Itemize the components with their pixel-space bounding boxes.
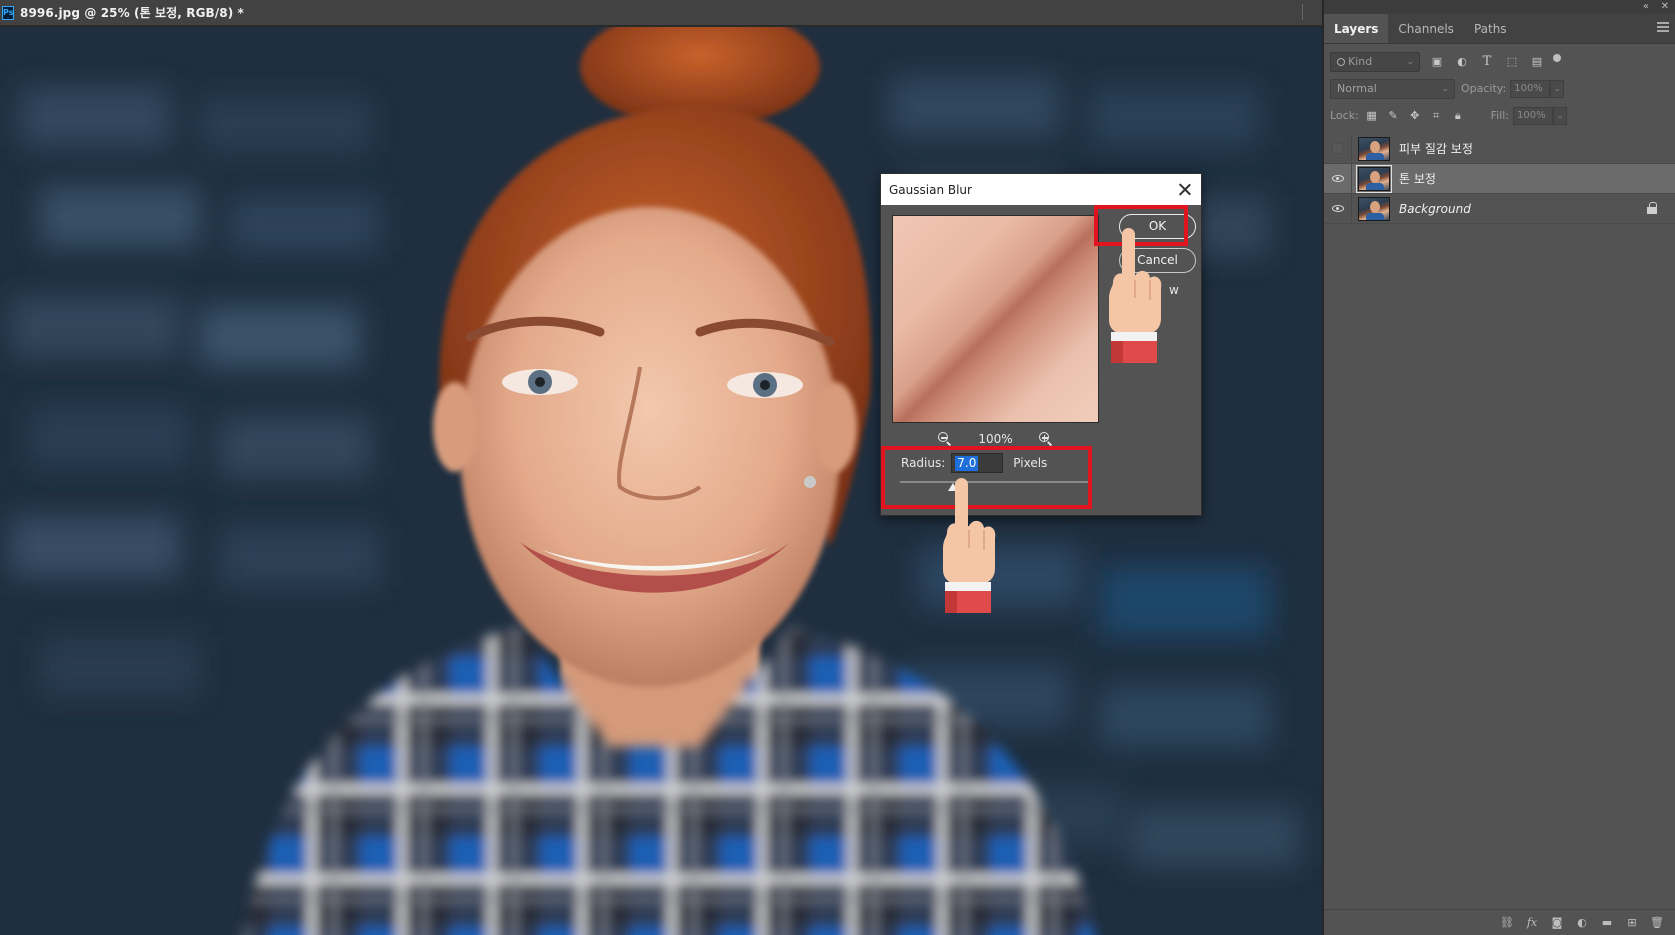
dialog-titlebar[interactable]: Gaussian Blur [881, 174, 1201, 205]
lock-all-icon[interactable]: 🔒︎ [1451, 109, 1465, 123]
layer-name[interactable]: 톤 보정 [1399, 170, 1436, 187]
chevron-down-icon: ⌄ [1441, 83, 1449, 94]
layer-thumbnail [1358, 196, 1390, 221]
layers-panel: « ✕ Layers Channels Paths Kind ⌄ ▣ ◐ T ⬚… [1322, 0, 1675, 935]
visibility-toggle[interactable] [1324, 193, 1352, 224]
link-icon[interactable]: ⛓ [1499, 915, 1515, 931]
filter-smart-object-icon[interactable]: ▤ [1529, 54, 1545, 70]
search-icon [1337, 57, 1345, 66]
lock-row: Lock: ▦ ✎ ✥ ⌗ 🔒︎ Fill: 100% ⌄ [1324, 101, 1675, 130]
panel-menu-icon[interactable] [1657, 22, 1669, 32]
folder-icon[interactable]: ▬ [1599, 915, 1615, 931]
visibility-toggle[interactable] [1324, 133, 1352, 164]
preview-checkbox-label[interactable]: w [1169, 283, 1179, 297]
layer-thumbnail [1358, 136, 1390, 161]
document-tab-title[interactable]: 8996.jpg @ 25% (톤 보정, RGB/8) * [20, 4, 244, 21]
new-layer-icon[interactable]: ⊞ [1624, 915, 1640, 931]
opacity-field[interactable]: 100% [1510, 79, 1551, 98]
filter-pixel-icon[interactable]: ▣ [1429, 54, 1445, 70]
pointing-hand-icon [1109, 228, 1162, 363]
layers-panel-footer: ⛓ fx ◙ ◐ ▬ ⊞ 🗑︎ [1324, 909, 1675, 935]
lock-icon [1647, 202, 1657, 214]
layer-filter-row: Kind ⌄ ▣ ◐ T ⬚ ▤ [1324, 47, 1675, 76]
fill-dropdown[interactable]: ⌄ [1553, 106, 1568, 125]
eye-icon [1331, 175, 1344, 182]
eye-icon [1331, 205, 1344, 212]
tab-paths[interactable]: Paths [1464, 14, 1517, 43]
panel-top-strip: « ✕ [1324, 0, 1675, 14]
lock-position-icon[interactable]: ✥ [1408, 109, 1422, 123]
pointing-hand-icon [943, 478, 996, 613]
mask-icon[interactable]: ◙ [1549, 915, 1565, 931]
trash-icon[interactable]: 🗑︎ [1649, 915, 1665, 931]
opacity-dropdown[interactable]: ⌄ [1550, 79, 1565, 98]
photoshop-logo-icon: Ps [2, 5, 14, 20]
fill-label: Fill: [1490, 109, 1510, 122]
blur-preview[interactable] [892, 215, 1099, 423]
tab-channels[interactable]: Channels [1388, 14, 1464, 43]
layer-row[interactable]: Background [1324, 193, 1675, 224]
adjustment-icon[interactable]: ◐ [1574, 915, 1590, 931]
fill-field[interactable]: 100% [1513, 106, 1554, 125]
lock-transparency-icon[interactable]: ▦ [1365, 109, 1379, 123]
visibility-toggle[interactable] [1324, 163, 1352, 194]
blend-mode-select[interactable]: Normal ⌄ [1330, 78, 1455, 99]
filter-adjustment-icon[interactable]: ◐ [1454, 54, 1470, 70]
filter-type-icon[interactable]: T [1479, 54, 1495, 70]
fill-group: Fill: 100% ⌄ [1485, 106, 1568, 125]
lock-label: Lock: [1330, 109, 1359, 122]
close-icon[interactable] [1177, 181, 1193, 197]
layer-name[interactable]: 피부 질감 보정 [1399, 140, 1473, 157]
blend-row: Normal ⌄ Opacity: 100% ⌄ [1324, 74, 1675, 103]
layer-list: 피부 질감 보정 톤 보정 Background [1324, 133, 1675, 224]
filter-toggle-icon[interactable] [1553, 53, 1561, 62]
hidden-eye-icon [1332, 143, 1343, 154]
lock-artboard-icon[interactable]: ⌗ [1429, 109, 1443, 123]
tab-layers[interactable]: Layers [1324, 14, 1389, 43]
zoom-level: 100% [978, 432, 1013, 446]
dialog-title: Gaussian Blur [889, 182, 972, 197]
zoom-in-icon[interactable] [1038, 432, 1053, 446]
zoom-out-icon[interactable] [938, 432, 952, 446]
filter-kind-select[interactable]: Kind ⌄ [1330, 51, 1420, 72]
layer-name[interactable]: Background [1399, 202, 1471, 216]
close-panel-icon[interactable]: ✕ [1661, 0, 1669, 14]
filter-kind-label: Kind [1348, 54, 1373, 68]
collapse-panel-icon[interactable]: « [1643, 0, 1649, 14]
tab-bar-divider [1302, 4, 1316, 20]
layer-row[interactable]: 피부 질감 보정 [1324, 133, 1675, 164]
panel-tab-bar: Layers Channels Paths [1324, 14, 1675, 44]
layer-row-selected[interactable]: 톤 보정 [1324, 163, 1675, 194]
filter-shape-icon[interactable]: ⬚ [1504, 54, 1520, 70]
lock-brush-icon[interactable]: ✎ [1386, 109, 1400, 123]
layer-thumbnail [1356, 164, 1392, 193]
document-tab-bar: Ps 8996.jpg @ 25% (톤 보정, RGB/8) * [0, 0, 1322, 26]
opacity-label: Opacity: [1461, 82, 1507, 95]
blend-mode-value: Normal [1337, 81, 1377, 95]
chevron-down-icon: ⌄ [1406, 56, 1414, 67]
fx-icon[interactable]: fx [1524, 915, 1540, 931]
